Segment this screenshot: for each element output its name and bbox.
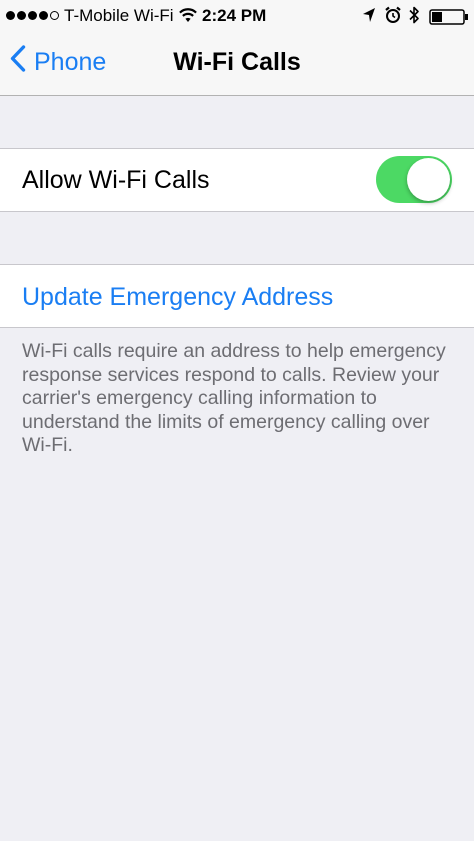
signal-strength-icon	[6, 11, 59, 20]
signal-dot	[39, 11, 48, 20]
emergency-info-text: Wi-Fi calls require an address to help e…	[22, 340, 446, 456]
signal-dot	[17, 11, 26, 20]
location-icon	[362, 7, 376, 28]
wifi-icon	[178, 7, 198, 28]
battery-icon	[429, 9, 469, 30]
allow-wifi-calls-row: Allow Wi-Fi Calls	[0, 148, 474, 212]
allow-wifi-calls-toggle[interactable]	[376, 156, 452, 203]
signal-dot	[28, 11, 37, 20]
toggle-knob	[407, 158, 450, 201]
carrier-name: T-Mobile Wi-Fi	[64, 6, 174, 25]
alarm-icon	[384, 6, 402, 29]
status-time: 2:24 PM	[202, 6, 267, 25]
bluetooth-icon	[408, 5, 420, 30]
update-emergency-address-row[interactable]: Update Emergency Address	[0, 264, 474, 328]
signal-dot	[50, 11, 59, 20]
status-bar: T-Mobile Wi-Fi 2:24 PM	[0, 0, 474, 32]
navigation-bar: Phone Wi-Fi Calls	[0, 32, 474, 96]
update-emergency-address-link[interactable]: Update Emergency Address	[22, 283, 333, 312]
signal-dot	[6, 11, 15, 20]
allow-wifi-calls-label: Allow Wi-Fi Calls	[22, 166, 210, 194]
page-title: Wi-Fi Calls	[173, 48, 301, 76]
